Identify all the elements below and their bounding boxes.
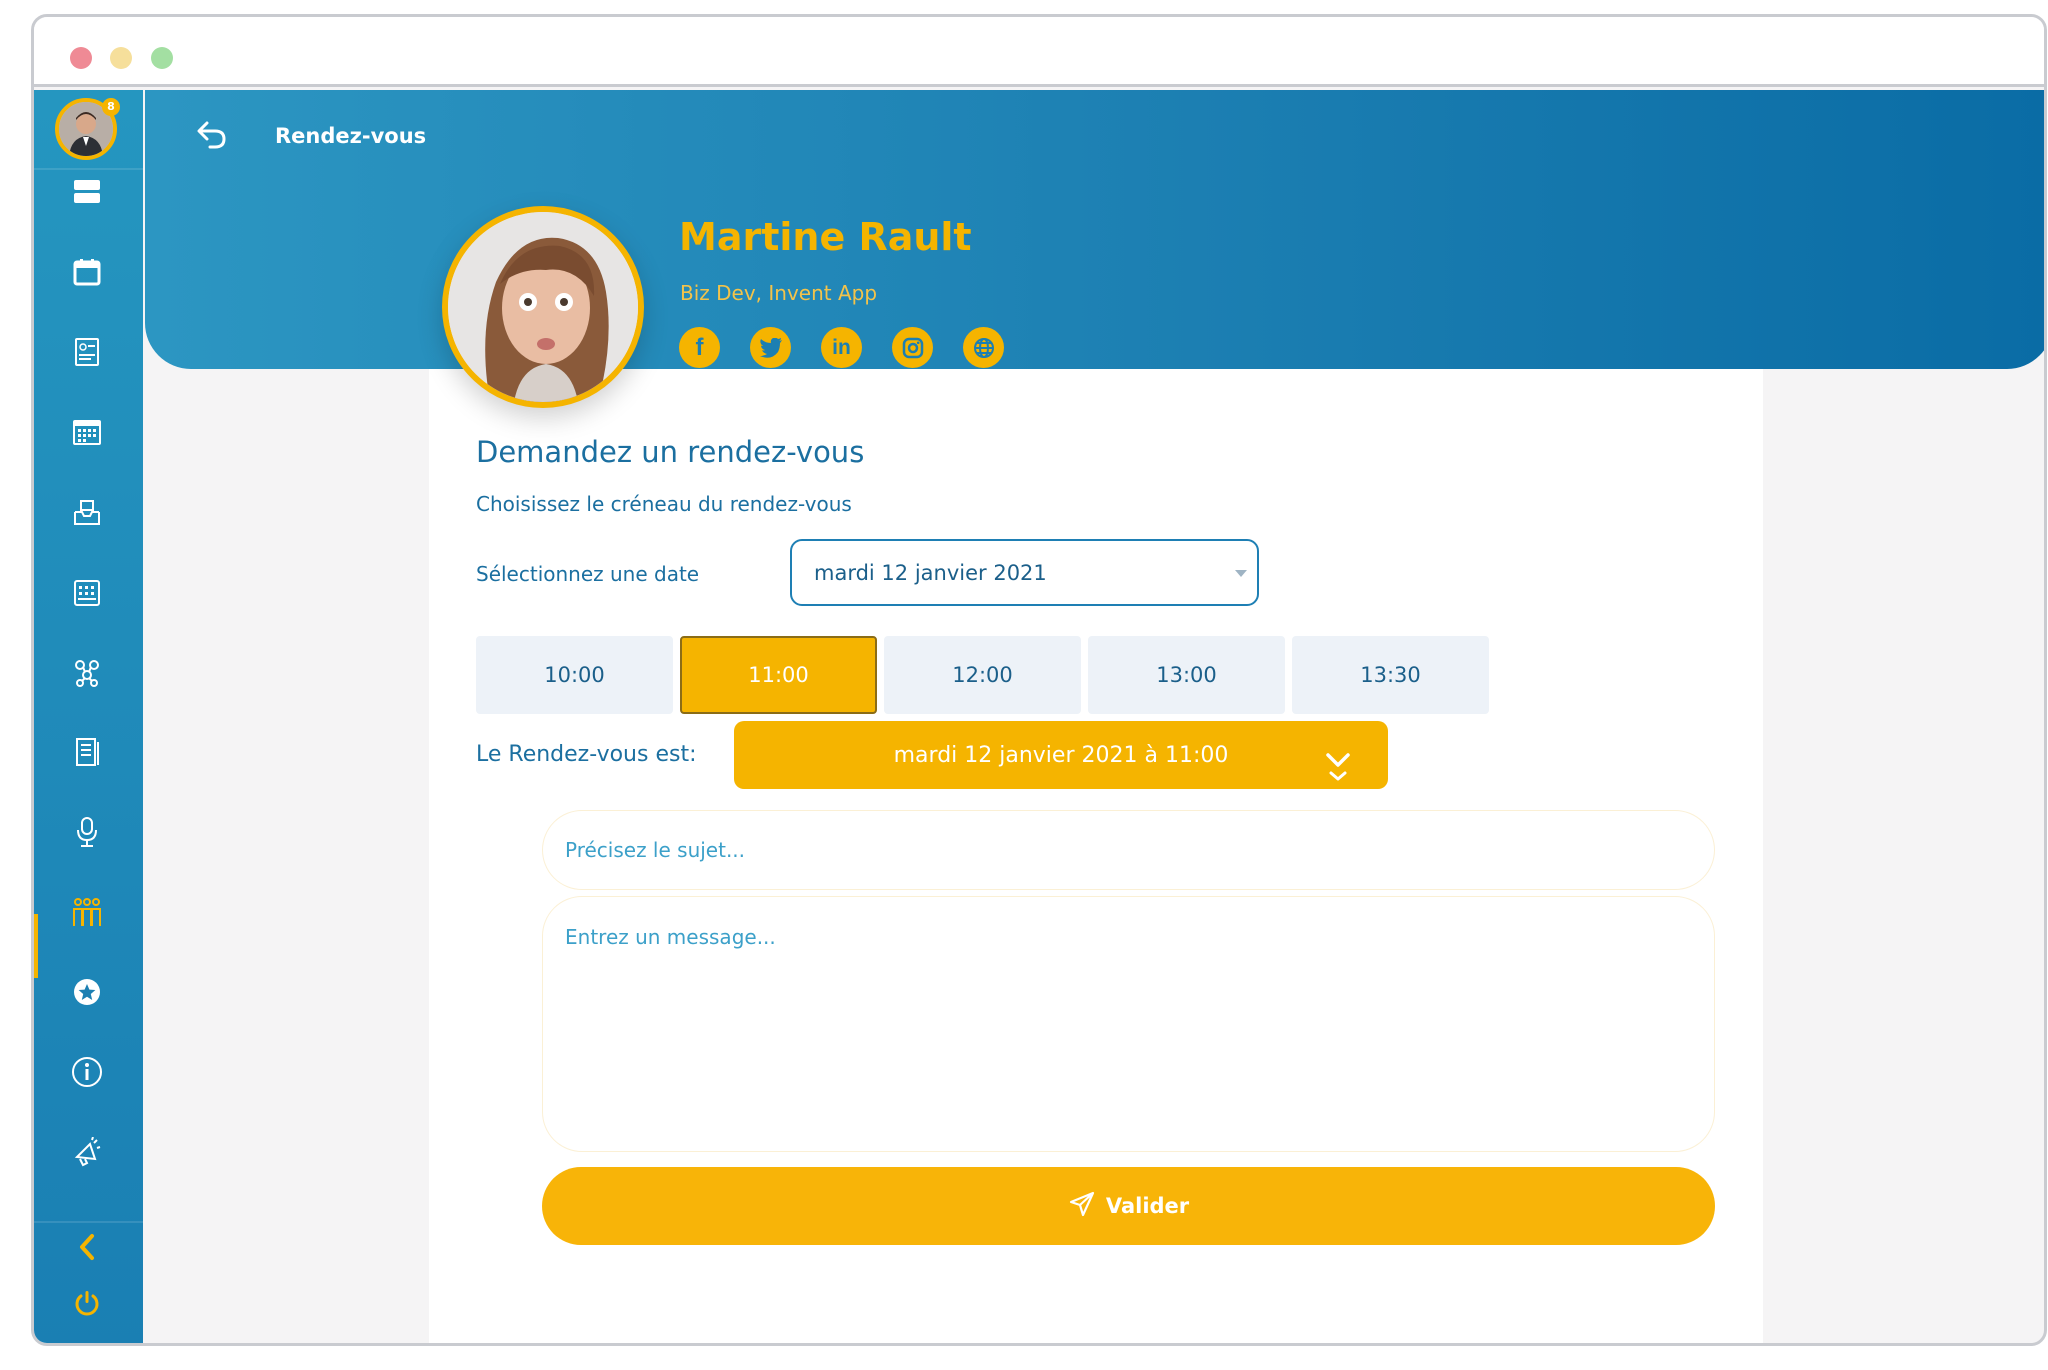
notification-badge: 8 [102, 98, 120, 116]
form-subtitle: Choisissez le créneau du rendez-vous [476, 492, 852, 516]
minimize-window-button[interactable] [110, 47, 132, 69]
document-icon[interactable] [70, 735, 104, 769]
date-select[interactable]: mardi 12 janvier 2021 [790, 539, 1259, 606]
window-titlebar [34, 17, 2044, 87]
time-slot[interactable]: 13:00 [1088, 636, 1285, 714]
info-icon[interactable] [70, 1055, 104, 1089]
agenda-icon[interactable] [70, 575, 104, 609]
app-window: 8 Rendez-vous Martine Rault Biz Dev, Inv… [31, 14, 2047, 1346]
maximize-window-button[interactable] [151, 47, 173, 69]
submit-label: Valider [1105, 1194, 1190, 1218]
subject-placeholder: Précisez le sujet... [565, 838, 746, 862]
chevron-left-icon[interactable] [70, 1230, 104, 1264]
appointment-summary[interactable]: mardi 12 janvier 2021 à 11:00 [734, 721, 1388, 789]
profile-photo [442, 206, 644, 408]
inbox-icon[interactable] [70, 495, 104, 529]
date-label: Sélectionnez une date [476, 562, 700, 586]
instagram-icon[interactable] [892, 327, 933, 368]
time-slot-selected[interactable]: 11:00 [680, 636, 877, 714]
appointment-summary-value: mardi 12 janvier 2021 à 11:00 [893, 742, 1229, 768]
appointment-summary-label: Le Rendez-vous est: [476, 742, 697, 767]
active-indicator [34, 914, 38, 978]
linkedin-icon[interactable]: in [821, 327, 862, 368]
page-header: Rendez-vous [145, 90, 2044, 369]
microphone-icon[interactable] [70, 815, 104, 849]
sidebar: 8 [34, 90, 143, 1343]
back-arrow-icon[interactable] [195, 120, 229, 154]
time-slot[interactable]: 13:30 [1292, 636, 1489, 714]
star-icon[interactable] [70, 975, 104, 1009]
people-icon[interactable] [70, 895, 104, 929]
contact-card-icon[interactable] [70, 335, 104, 369]
send-icon [1068, 1190, 1096, 1223]
power-icon[interactable] [70, 1286, 104, 1320]
facebook-icon[interactable]: f [679, 327, 720, 368]
profile-name: Martine Rault [679, 215, 972, 259]
time-slots: 10:00 11:00 12:00 13:00 13:30 [476, 636, 1489, 714]
network-icon[interactable] [70, 655, 104, 689]
subject-input[interactable]: Précisez le sujet... [542, 810, 1715, 890]
social-links: f in [679, 327, 1004, 368]
schedule-grid-icon[interactable] [70, 415, 104, 449]
message-placeholder: Entrez un message... [565, 925, 776, 949]
close-window-button[interactable] [70, 47, 92, 69]
form-title: Demandez un rendez-vous [476, 435, 865, 469]
megaphone-icon[interactable] [70, 1135, 104, 1169]
profile-role: Biz Dev, Invent App [680, 281, 878, 305]
sidebar-divider [34, 168, 143, 170]
website-icon[interactable] [963, 327, 1004, 368]
twitter-icon[interactable] [750, 327, 791, 368]
list-icon[interactable] [70, 175, 104, 209]
sidebar-divider-bottom [34, 1221, 143, 1223]
date-select-value: mardi 12 janvier 2021 [814, 561, 1047, 585]
message-textarea[interactable]: Entrez un message... [542, 896, 1715, 1152]
time-slot[interactable]: 10:00 [476, 636, 673, 714]
dropdown-caret-icon [1235, 570, 1247, 577]
submit-button[interactable]: Valider [542, 1167, 1715, 1245]
page-title: Rendez-vous [275, 124, 427, 148]
time-slot[interactable]: 12:00 [884, 636, 1081, 714]
calendar-icon[interactable] [70, 255, 104, 289]
chevron-down-icon[interactable] [1324, 751, 1352, 789]
